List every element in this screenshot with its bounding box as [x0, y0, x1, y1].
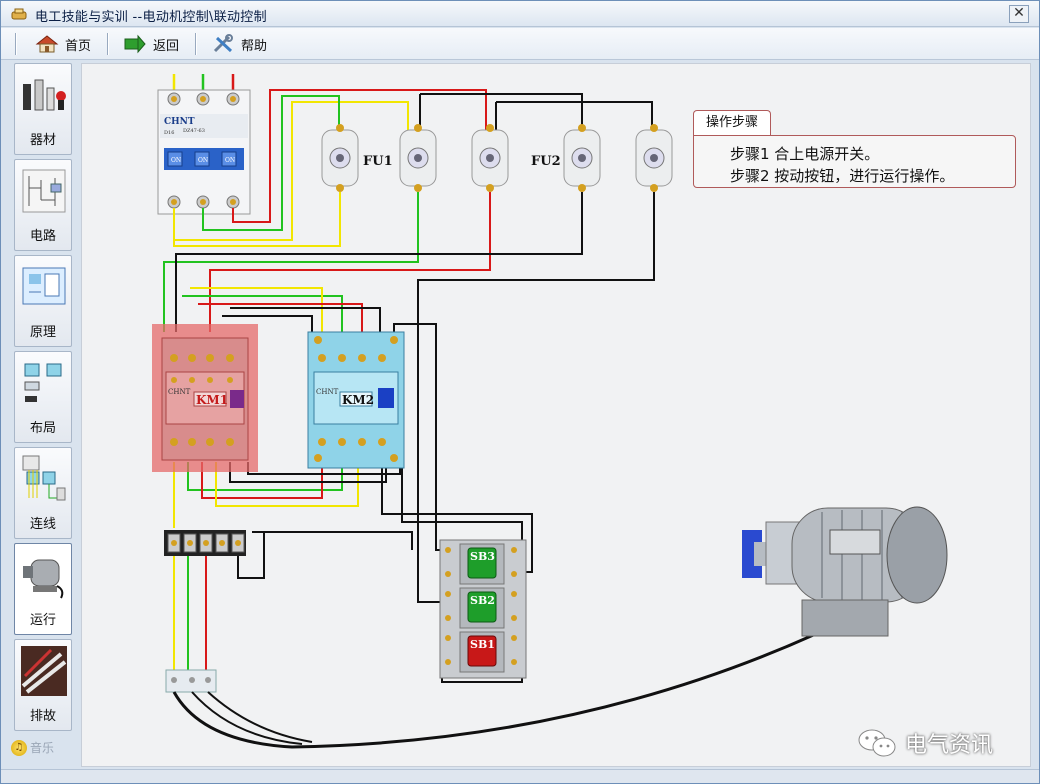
step-2: 步骤2 按动按钮，进行运行操作。 — [730, 167, 955, 185]
layout-icon — [24, 363, 62, 402]
breaker-model: DZ47-63 — [183, 128, 205, 134]
sidebar-item-schematic[interactable]: 原理 — [14, 255, 72, 347]
sidebar-item-label: 布局 — [29, 421, 56, 436]
sidebar-item-label: 器材 — [29, 133, 56, 148]
toolbar-separator — [195, 33, 197, 55]
sidebar-item-label: 电路 — [29, 229, 56, 244]
watermark-text: 电气资讯 — [905, 733, 994, 758]
app-icon — [11, 8, 27, 20]
troubleshoot-icon — [21, 646, 67, 696]
home-button[interactable]: 首页 — [35, 32, 91, 56]
contactor-km2[interactable]: CHNT KM2 — [307, 331, 405, 469]
breaker-switch-on-3: ON — [225, 157, 235, 164]
wiring-icon — [22, 455, 66, 501]
breaker-brand: CHNT — [164, 117, 195, 127]
sb2-label: SB2 — [470, 594, 495, 607]
tab-operation-steps[interactable]: 操作步骤 — [693, 110, 771, 136]
help-button[interactable]: 帮助 — [211, 32, 267, 56]
home-icon — [35, 35, 59, 53]
back-arrow-icon — [124, 34, 146, 54]
breaker-switch-on-2: ON — [198, 157, 208, 164]
km2-label: KM2 — [342, 393, 374, 407]
sidebar-item-run[interactable]: 运行 — [14, 543, 72, 635]
music-toggle[interactable]: ♫ 音乐 — [11, 739, 54, 756]
breaker-rating: D16 — [164, 130, 174, 136]
home-label: 首页 — [65, 38, 92, 54]
km1-label: KM1 — [196, 393, 228, 407]
sidebar-item-label: 连线 — [29, 517, 56, 532]
toolbar-separator — [15, 33, 17, 55]
km1-brand: CHNT — [168, 388, 191, 396]
help-label: 帮助 — [241, 38, 268, 54]
help-tools-icon — [213, 34, 233, 53]
equipment-icon — [23, 79, 66, 111]
motor-run-icon — [23, 559, 64, 599]
fuse-label-fu1: FU1 — [363, 154, 393, 169]
sidebar-item-label: 运行 — [29, 613, 56, 628]
sb1-label: SB1 — [470, 638, 495, 651]
sidebar-item-wiring[interactable]: 连线 — [14, 447, 72, 539]
music-note-icon: ♫ — [11, 739, 27, 756]
terminal-block[interactable] — [164, 530, 246, 556]
music-label: 音乐 — [30, 741, 55, 755]
sidebar: 器材 电路 原理 布局 连线 运行 排故 — [9, 63, 75, 765]
app-window: 电工技能与实训 --电动机控制\联动控制 ✕ 首页 返回 帮助 器材 电路 原理… — [0, 0, 1040, 784]
circuit-icon — [22, 169, 66, 213]
breaker-switch-on-1: ON — [171, 157, 181, 164]
step-1: 步骤1 合上电源开关。 — [730, 145, 880, 163]
close-button[interactable]: ✕ — [1009, 5, 1029, 23]
contactor-km1[interactable]: CHNT KM1 — [152, 324, 258, 472]
wiring-canvas: CHNT DZ47-63 D16 ON ON ON FU1 FU2 CHNT K… — [81, 63, 1031, 767]
fuse-label-fu2: FU2 — [531, 154, 561, 169]
sidebar-item-circuit[interactable]: 电路 — [14, 159, 72, 251]
watermark: 电气资讯 — [857, 727, 993, 759]
circuit-breaker[interactable]: CHNT DZ47-63 D16 ON ON ON — [157, 89, 251, 215]
button-station[interactable]: SB3 SB2 SB1 — [439, 539, 527, 679]
sidebar-item-label: 排故 — [29, 709, 56, 724]
steps-panel: 操作步骤 步骤1 合上电源开关。 步骤2 按动按钮，进行运行操作。 — [693, 110, 1017, 190]
back-button[interactable]: 返回 — [123, 32, 179, 56]
schematic-icon — [22, 267, 66, 305]
toolbar-separator — [107, 33, 109, 55]
title-bar: 电工技能与实训 --电动机控制\联动控制 ✕ — [1, 1, 1039, 27]
wechat-icon — [858, 729, 896, 757]
status-bar — [1, 769, 1039, 783]
sb3-label: SB3 — [470, 550, 495, 563]
sidebar-item-troubleshoot[interactable]: 排故 — [14, 639, 72, 731]
toolbar: 首页 返回 帮助 — [1, 28, 1039, 60]
window-title: 电工技能与实训 --电动机控制\联动控制 — [35, 10, 267, 25]
sidebar-item-layout[interactable]: 布局 — [14, 351, 72, 443]
sidebar-item-equipment[interactable]: 器材 — [14, 63, 72, 155]
steps-box: 步骤1 合上电源开关。 步骤2 按动按钮，进行运行操作。 — [693, 135, 1016, 188]
km2-brand: CHNT — [316, 388, 339, 396]
sidebar-item-label: 原理 — [29, 325, 56, 340]
back-label: 返回 — [153, 38, 180, 54]
